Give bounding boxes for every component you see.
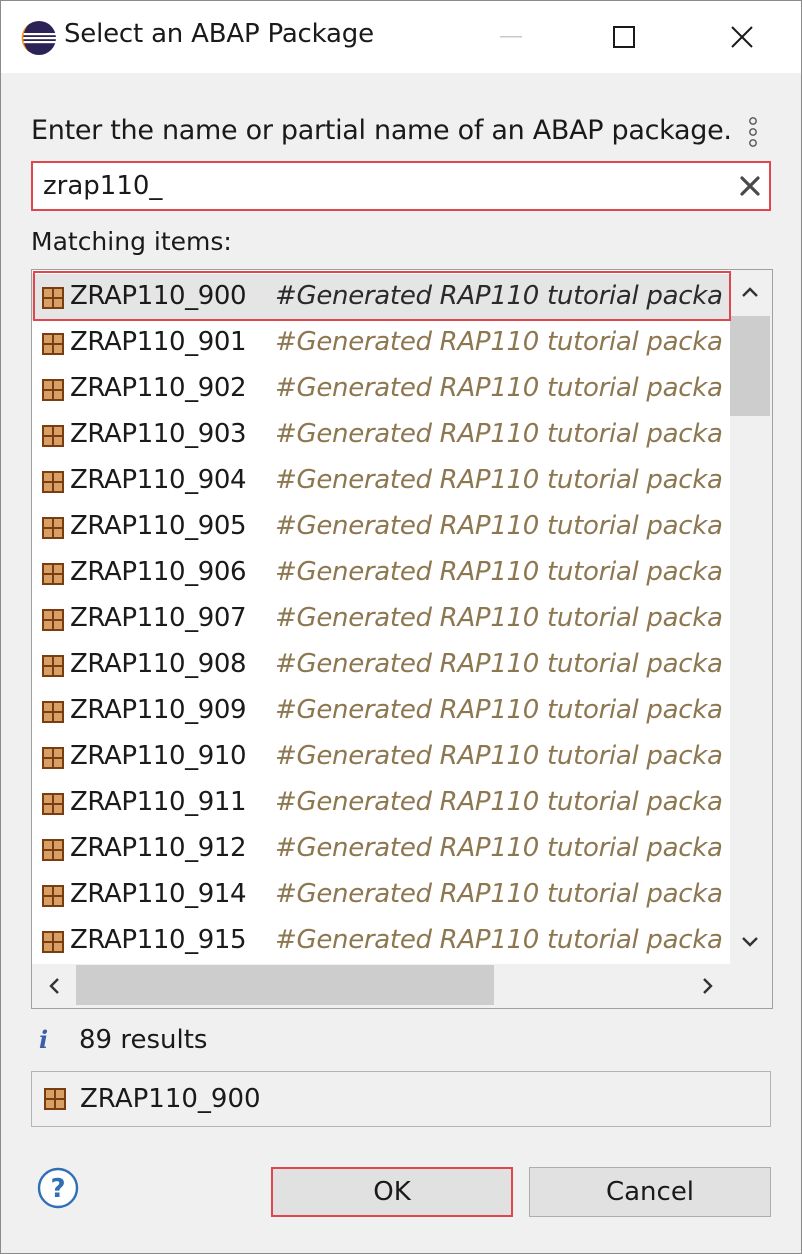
selected-package-field: ZRAP110_900 — [31, 1071, 771, 1127]
window-title: Select an ABAP Package — [64, 19, 374, 49]
package-name: ZRAP110_912 — [70, 833, 247, 863]
eclipse-icon — [21, 21, 56, 55]
package-description: #Generated RAP110 tutorial packa — [275, 557, 723, 587]
package-description: #Generated RAP110 tutorial packa — [275, 925, 723, 955]
vertical-scrollbar[interactable] — [730, 270, 772, 964]
package-name: ZRAP110_904 — [70, 465, 247, 495]
matching-items-label: Matching items: — [31, 227, 232, 256]
package-icon — [42, 379, 64, 401]
package-name: ZRAP110_903 — [70, 419, 247, 449]
package-name: ZRAP110_911 — [70, 787, 247, 817]
list-item[interactable]: ZRAP110_907 #Generated RAP110 tutorial pa… — [32, 596, 730, 642]
package-name: ZRAP110_900 — [70, 281, 247, 311]
list-item[interactable]: ZRAP110_911 #Generated RAP110 tutorial pa… — [32, 780, 730, 826]
search-field[interactable] — [31, 161, 771, 211]
dialog-window: Select an ABAP Package Enter the name or… — [0, 0, 802, 1254]
package-icon — [42, 931, 64, 953]
list-item[interactable]: ZRAP110_905 #Generated RAP110 tutorial pa… — [32, 504, 730, 550]
package-list[interactable]: ZRAP110_900 #Generated RAP110 tutorial pa… — [31, 269, 773, 1009]
list-item[interactable]: ZRAP110_901 #Generated RAP110 tutorial pa… — [32, 320, 730, 366]
package-name: ZRAP110_907 — [70, 603, 247, 633]
package-description: #Generated RAP110 tutorial packa — [275, 787, 723, 817]
maximize-icon — [613, 26, 635, 48]
list-item[interactable]: ZRAP110_908 #Generated RAP110 tutorial pa… — [32, 642, 730, 688]
package-name: ZRAP110_910 — [70, 741, 247, 771]
list-item[interactable]: ZRAP110_902 #Generated RAP110 tutorial pa… — [32, 366, 730, 412]
list-item[interactable]: ZRAP110_903 #Generated RAP110 tutorial pa… — [32, 412, 730, 458]
title-bar: Select an ABAP Package — [1, 1, 801, 73]
package-description: #Generated RAP110 tutorial packa — [275, 511, 723, 541]
list-item[interactable]: ZRAP110_914 #Generated RAP110 tutorial pa… — [32, 872, 730, 918]
scroll-up-button[interactable] — [730, 270, 770, 314]
package-icon — [44, 1088, 66, 1110]
package-icon — [42, 793, 64, 815]
package-name: ZRAP110_905 — [70, 511, 247, 541]
info-icon: i — [39, 1025, 49, 1054]
scroll-left-button[interactable] — [32, 964, 76, 1008]
help-icon[interactable]: ? — [37, 1167, 79, 1209]
list-item[interactable]: ZRAP110_900 #Generated RAP110 tutorial pa… — [32, 274, 730, 320]
list-item[interactable]: ZRAP110_904 #Generated RAP110 tutorial pa… — [32, 458, 730, 504]
package-icon — [42, 655, 64, 677]
package-description: #Generated RAP110 tutorial packa — [275, 327, 723, 357]
package-description: #Generated RAP110 tutorial packa — [275, 603, 723, 633]
package-icon — [42, 885, 64, 907]
minimize-button[interactable] — [456, 1, 566, 73]
scroll-right-button[interactable] — [686, 964, 730, 1008]
results-count: 89 results — [79, 1025, 208, 1055]
package-icon — [42, 747, 64, 769]
package-description: #Generated RAP110 tutorial packa — [275, 281, 723, 311]
horizontal-scroll-thumb[interactable] — [76, 965, 494, 1005]
package-description: #Generated RAP110 tutorial packa — [275, 373, 723, 403]
more-options-icon[interactable] — [746, 117, 760, 147]
package-name: ZRAP110_914 — [70, 879, 247, 909]
list-item[interactable]: ZRAP110_910 #Generated RAP110 tutorial pa… — [32, 734, 730, 780]
scroll-down-button[interactable] — [730, 920, 770, 964]
prompt-label: Enter the name or partial name of an ABA… — [31, 115, 732, 146]
chevron-right-icon — [703, 978, 713, 994]
scrollbar-corner — [730, 964, 772, 1008]
list-item[interactable]: ZRAP110_915 #Generated RAP110 tutorial pa… — [32, 918, 730, 964]
list-item[interactable]: ZRAP110_912 #Generated RAP110 tutorial pa… — [32, 826, 730, 872]
chevron-down-icon — [742, 937, 758, 947]
chevron-left-icon — [49, 978, 59, 994]
package-icon — [42, 517, 64, 539]
clear-icon[interactable] — [738, 174, 762, 198]
list-item[interactable]: ZRAP110_906 #Generated RAP110 tutorial pa… — [32, 550, 730, 596]
package-icon — [42, 333, 64, 355]
package-description: #Generated RAP110 tutorial packa — [275, 741, 723, 771]
package-icon — [42, 425, 64, 447]
package-description: #Generated RAP110 tutorial packa — [275, 465, 723, 495]
package-description: #Generated RAP110 tutorial packa — [275, 419, 723, 449]
package-icon — [42, 563, 64, 585]
cancel-button[interactable]: Cancel — [529, 1167, 771, 1217]
package-name: ZRAP110_902 — [70, 373, 247, 403]
package-name: ZRAP110_908 — [70, 649, 247, 679]
package-name: ZRAP110_915 — [70, 925, 247, 955]
close-icon — [731, 26, 753, 48]
package-description: #Generated RAP110 tutorial packa — [275, 879, 723, 909]
package-icon — [42, 839, 64, 861]
selected-package-name: ZRAP110_900 — [80, 1084, 261, 1114]
vertical-scroll-thumb[interactable] — [730, 316, 770, 416]
package-description: #Generated RAP110 tutorial packa — [275, 695, 723, 725]
package-description: #Generated RAP110 tutorial packa — [275, 649, 723, 679]
svg-text:?: ? — [50, 1174, 65, 1204]
package-icon — [42, 471, 64, 493]
package-icon — [42, 701, 64, 723]
package-icon — [42, 609, 64, 631]
ok-button[interactable]: OK — [271, 1167, 513, 1217]
list-item[interactable]: ZRAP110_909 #Generated RAP110 tutorial pa… — [32, 688, 730, 734]
package-name: ZRAP110_909 — [70, 695, 247, 725]
chevron-up-icon — [742, 287, 758, 297]
close-button[interactable] — [687, 1, 797, 73]
horizontal-scrollbar[interactable] — [32, 964, 730, 1008]
package-description: #Generated RAP110 tutorial packa — [275, 833, 723, 863]
search-input[interactable] — [43, 169, 733, 203]
minimize-icon — [500, 36, 522, 38]
package-icon — [42, 287, 64, 309]
package-name: ZRAP110_906 — [70, 557, 247, 587]
maximize-button[interactable] — [569, 1, 679, 73]
package-name: ZRAP110_901 — [70, 327, 247, 357]
